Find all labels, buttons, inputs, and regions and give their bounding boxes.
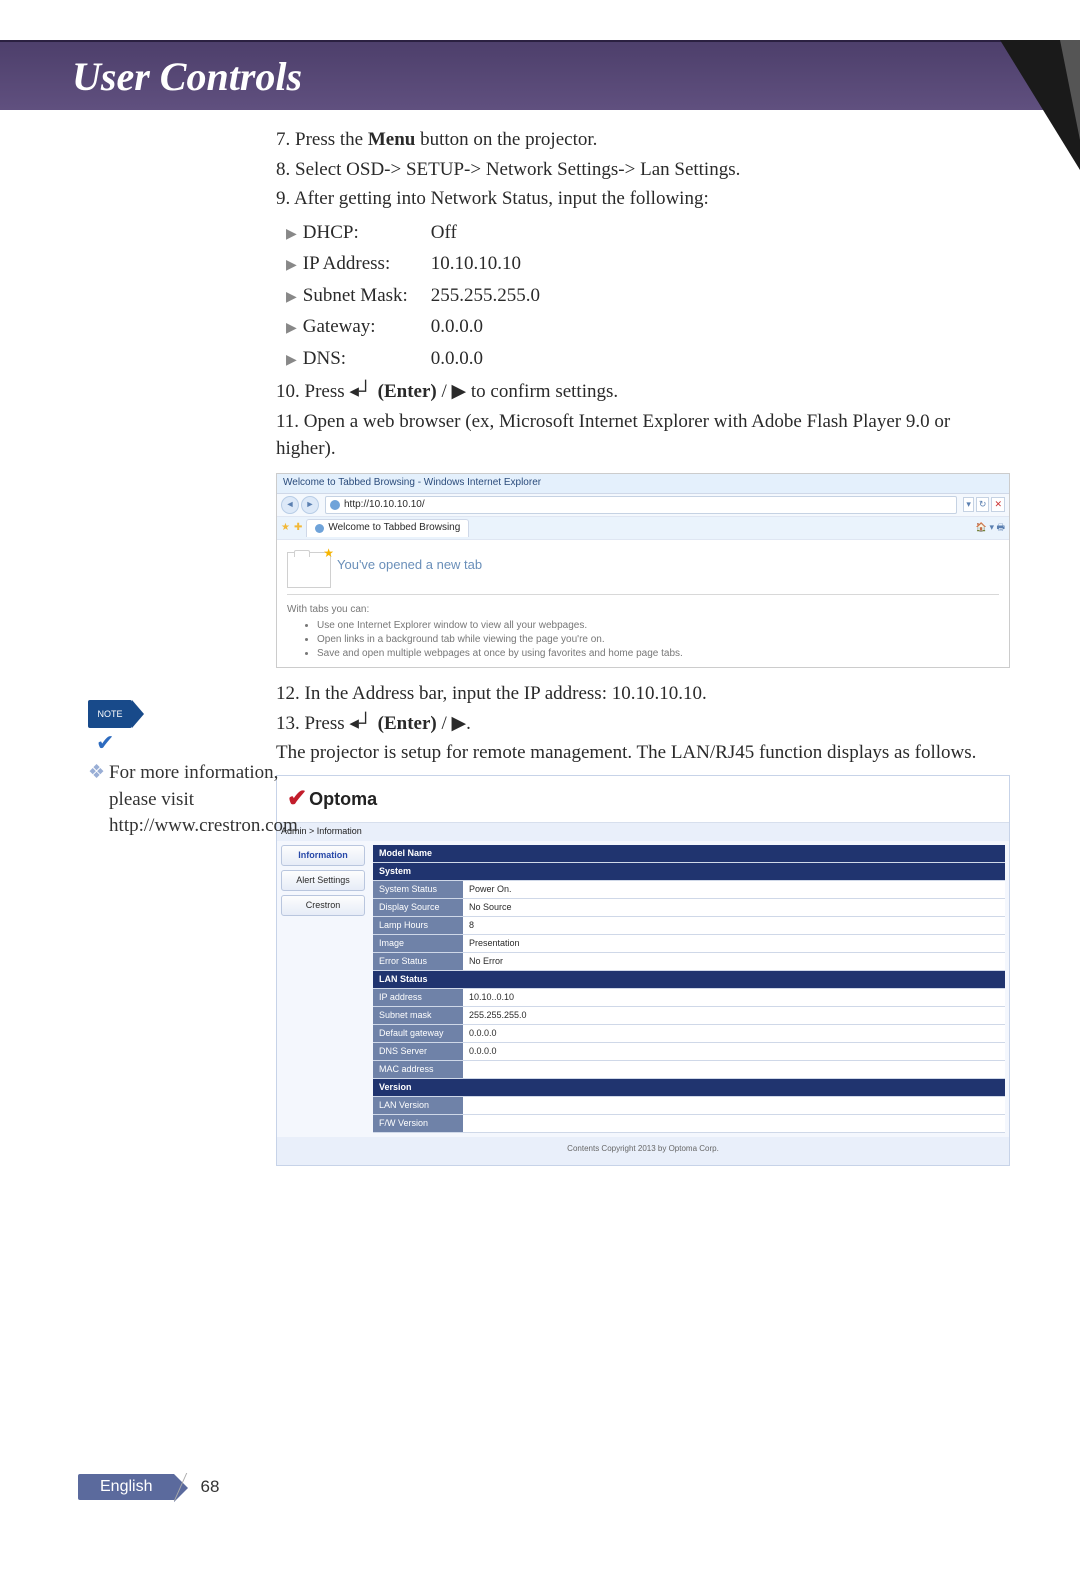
table-row: MAC address [373, 1061, 1005, 1079]
optoma-breadcrumb: Admin > Information [277, 823, 1009, 840]
page-footer: English 68 [78, 1472, 219, 1502]
sidebar-note: NOTE ❖ For more information, please visi… [88, 700, 258, 840]
ie-tab[interactable]: Welcome to Tabbed Browsing [306, 519, 469, 537]
globe-icon [315, 524, 324, 533]
table-header-version: Version [373, 1079, 1005, 1097]
setting-dns: ▶DNS:0.0.0.0 [286, 345, 1010, 373]
checkmark-icon [96, 732, 122, 752]
setting-subnet: ▶Subnet Mask:255.255.255.0 [286, 282, 1010, 310]
ie-stop[interactable]: ✕ [991, 497, 1005, 512]
bullet-icon: ▶ [286, 288, 297, 308]
bullet-icon: ▶ [286, 319, 297, 339]
ie-address-row: ◄ ► http://10.10.10.10/ ▾ ↻ ✕ [277, 494, 1009, 518]
network-settings-list: ▶DHCP:Off ▶IP Address:10.10.10.10 ▶Subne… [286, 219, 1010, 373]
ie-bullet-3: Save and open multiple webpages at once … [317, 647, 999, 661]
new-tab-icon [287, 552, 331, 588]
step-7: 7. Press the Menu button on the projecto… [276, 126, 1010, 154]
page-corner-fold [1000, 40, 1080, 170]
step-9: 9. After getting into Network Status, in… [276, 185, 1010, 213]
ie-tab-bar: ★ ✚ Welcome to Tabbed Browsing 🏠 ▾ 🖶 [277, 517, 1009, 540]
page-header: User Controls [0, 40, 1080, 110]
favorites-star-icon[interactable]: ★ [281, 521, 290, 536]
ie-back-button[interactable]: ◄ [281, 496, 299, 514]
sidebar-item-alert-settings[interactable]: Alert Settings [281, 870, 365, 891]
enter-left-icon: ◂┘ [349, 381, 377, 402]
setting-ip: ▶IP Address:10.10.10.10 [286, 250, 1010, 278]
step-13: 13. Press ◂┘ (Enter) / ▶. [276, 710, 1010, 738]
ie-dropdown[interactable]: ▾ [963, 497, 974, 512]
optoma-footer: Contents Copyright 2013 by Optoma Corp. [277, 1137, 1009, 1165]
optoma-body: Information Alert Settings Crestron Mode… [277, 841, 1009, 1138]
optoma-sidebar: Information Alert Settings Crestron [281, 845, 365, 1134]
page-title: User Controls [72, 53, 302, 100]
add-favorite-icon[interactable]: ✚ [294, 521, 302, 536]
optoma-logo: ✔Optoma [287, 782, 999, 817]
ie-address-bar[interactable]: http://10.10.10.10/ [325, 496, 957, 515]
step-10: 10. Press ◂┘ (Enter) / ▶ to confirm sett… [276, 378, 1010, 406]
optoma-info-table: Model Name System System StatusPower On.… [373, 845, 1005, 1134]
table-row: Lamp Hours8 [373, 916, 1005, 934]
step-11: 11. Open a web browser (ex, Microsoft In… [276, 408, 1010, 463]
table-row: System StatusPower On. [373, 880, 1005, 898]
ie-new-tab-banner: You've opened a new tab [287, 546, 999, 595]
table-header-system: System [373, 862, 1005, 880]
diamond-icon: ❖ [88, 760, 105, 840]
optoma-main: Model Name System System StatusPower On.… [373, 845, 1005, 1134]
step-12: 12. In the Address bar, input the IP add… [276, 680, 1010, 708]
ie-bullet-2: Open links in a background tab while vie… [317, 633, 999, 647]
note-text: ❖ For more information, please visit htt… [88, 760, 258, 840]
ie-right-tools[interactable]: 🏠 ▾ 🖶 [976, 521, 1005, 534]
table-row: LAN Version [373, 1097, 1005, 1115]
globe-icon [330, 500, 340, 510]
bullet-icon: ▶ [286, 351, 297, 371]
bullet-icon: ▶ [286, 225, 297, 245]
footer-language: English [78, 1474, 174, 1500]
ie-forward-button[interactable]: ► [301, 496, 319, 514]
ie-bullet-1: Use one Internet Explorer window to view… [317, 619, 999, 633]
ie-tabs-copy: With tabs you can: Use one Internet Expl… [287, 603, 999, 662]
step-14: The projector is setup for remote manage… [276, 739, 1010, 767]
new-tab-text: You've opened a new tab [337, 552, 482, 575]
sidebar-item-information[interactable]: Information [281, 845, 365, 866]
main-content: 7. Press the Menu button on the projecto… [0, 110, 1080, 1166]
table-row: IP address10.10..0.10 [373, 988, 1005, 1006]
sidebar-item-crestron[interactable]: Crestron [281, 895, 365, 916]
bullet-icon: ▶ [286, 256, 297, 276]
table-row: DNS Server0.0.0.0 [373, 1043, 1005, 1061]
optoma-logo-row: ✔Optoma [277, 776, 1009, 824]
table-row: Display SourceNo Source [373, 898, 1005, 916]
table-row: Error StatusNo Error [373, 952, 1005, 970]
table-row: Default gateway0.0.0.0 [373, 1024, 1005, 1042]
note-badge: NOTE [88, 700, 132, 728]
ie-page-body: You've opened a new tab With tabs you ca… [277, 540, 1009, 668]
ie-refresh[interactable]: ↻ [976, 497, 990, 512]
table-header-lan: LAN Status [373, 970, 1005, 988]
ie-window-title: Welcome to Tabbed Browsing - Windows Int… [277, 474, 1009, 494]
table-row: F/W Version [373, 1115, 1005, 1133]
enter-left-icon: ◂┘ [349, 713, 377, 734]
step-8: 8. Select OSD-> SETUP-> Network Settings… [276, 156, 1010, 184]
optoma-screenshot: ✔Optoma Admin > Information Information … [276, 775, 1010, 1166]
setting-gateway: ▶Gateway:0.0.0.0 [286, 313, 1010, 341]
table-row: ImagePresentation [373, 934, 1005, 952]
setting-dhcp: ▶DHCP:Off [286, 219, 1010, 247]
table-header-model: Model Name [373, 845, 1005, 863]
table-row: Subnet mask255.255.255.0 [373, 1006, 1005, 1024]
ie-screenshot: Welcome to Tabbed Browsing - Windows Int… [276, 473, 1010, 668]
